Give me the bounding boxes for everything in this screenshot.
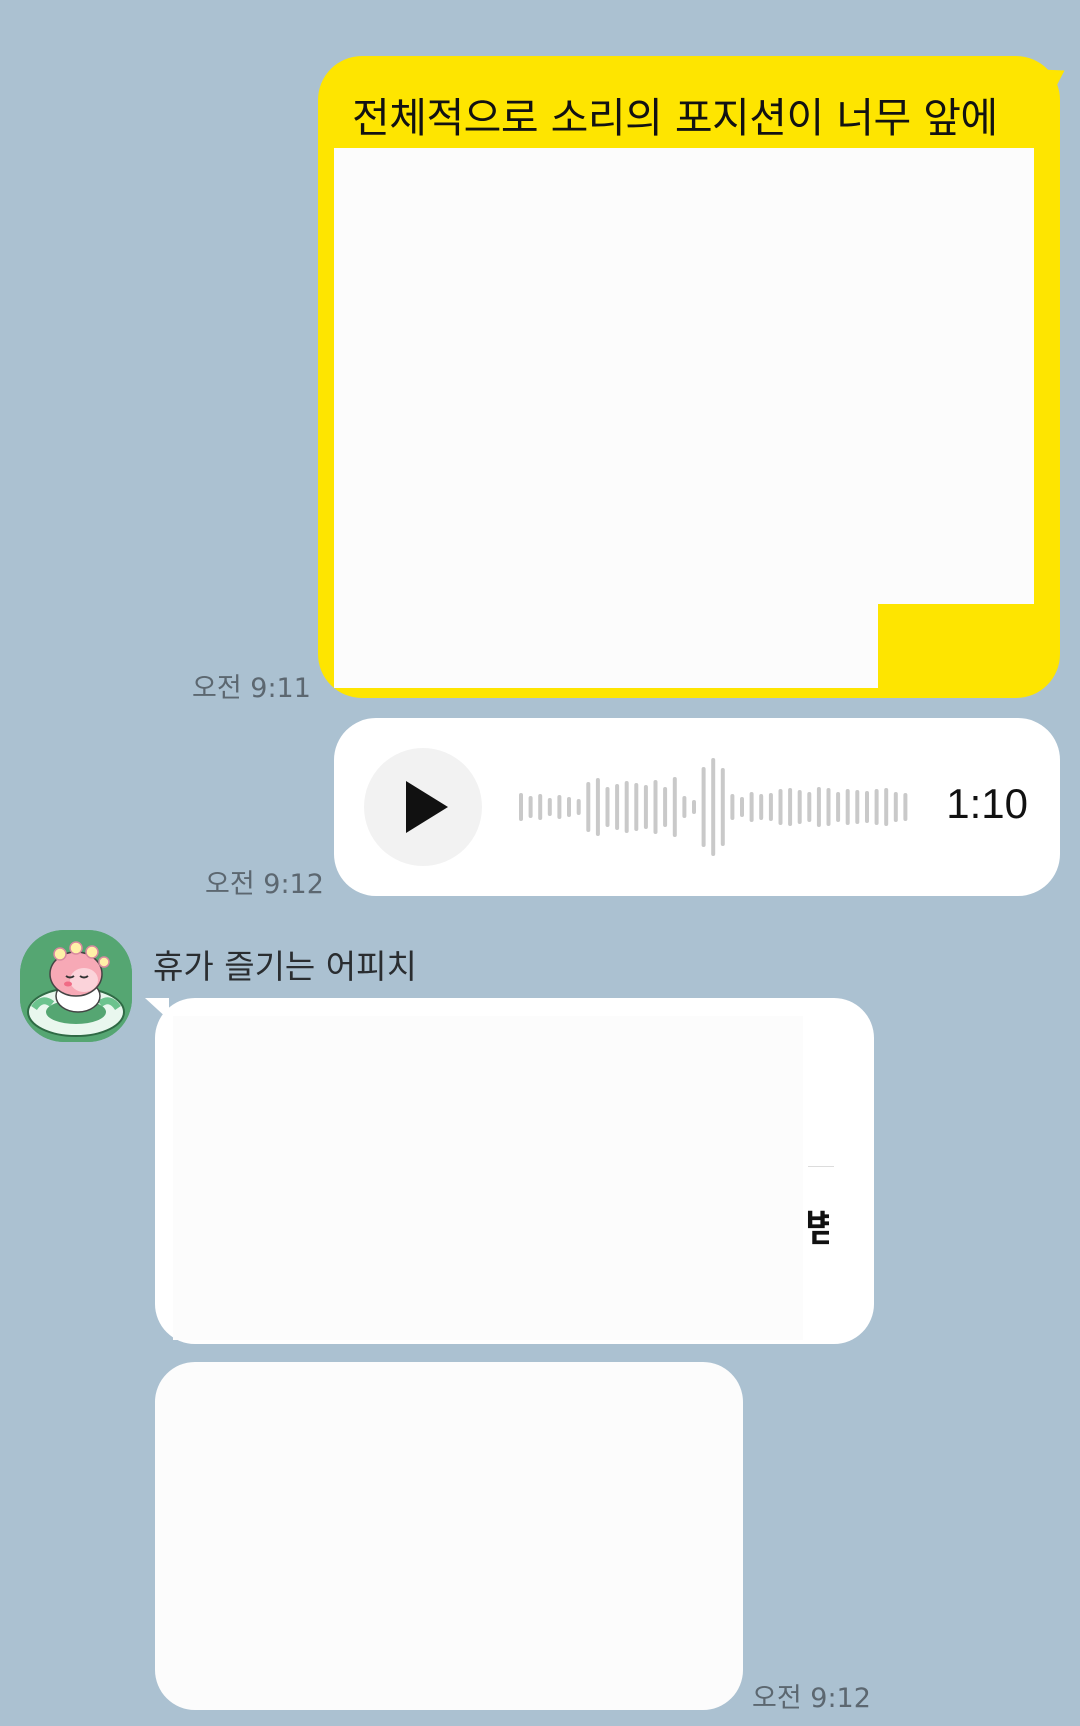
waveform-bar xyxy=(768,793,773,821)
waveform-bar xyxy=(643,785,648,829)
waveform-bar xyxy=(759,794,764,820)
waveform-bar xyxy=(884,788,889,826)
waveform-bar xyxy=(711,758,716,856)
chat-area: 전체적으로 소리의 포지션이 너무 앞에 오전 9:11 1:10 오전 9:1… xyxy=(0,0,1080,1726)
waveform-bar xyxy=(845,789,850,825)
waveform-bar xyxy=(605,787,610,827)
waveform-bar xyxy=(663,787,668,827)
waveform-bar xyxy=(528,796,533,818)
message-timestamp: 오전 9:12 xyxy=(752,1683,871,1714)
redacted-area xyxy=(334,148,1034,604)
outgoing-message-text: 전체적으로 소리의 포지션이 너무 앞에 xyxy=(352,94,998,142)
waveform-bar xyxy=(595,778,600,836)
waveform-bar xyxy=(653,780,658,834)
waveform-bar xyxy=(672,777,677,837)
redacted-area xyxy=(334,596,878,688)
waveform-bar xyxy=(615,784,620,830)
waveform-bar xyxy=(855,790,860,824)
bubble-tail xyxy=(1038,58,1072,94)
waveform-bar xyxy=(874,789,879,825)
voice-message-bubble[interactable]: 1:10 xyxy=(334,718,1060,896)
sender-name: 휴가 즐기는 어피치 xyxy=(153,947,417,986)
waveform-icon xyxy=(519,758,908,856)
incoming-message-bubble[interactable] xyxy=(155,1362,743,1710)
redacted-area xyxy=(173,1016,803,1340)
waveform-bar xyxy=(557,795,562,819)
waveform-bar xyxy=(682,796,687,818)
waveform-bar xyxy=(730,794,735,820)
waveform-bar xyxy=(692,800,696,814)
waveform-bar xyxy=(634,783,639,831)
waveform-bar xyxy=(893,792,898,822)
message-timestamp: 오전 9:12 xyxy=(205,869,324,900)
message-timestamp: 오전 9:11 xyxy=(192,673,311,704)
waveform-bar xyxy=(519,793,523,821)
waveform-bar xyxy=(903,793,908,821)
waveform-bar xyxy=(624,781,629,833)
waveform-bar xyxy=(576,799,581,815)
waveform-bar xyxy=(788,788,793,826)
waveform-bar xyxy=(547,798,552,816)
waveform-bar xyxy=(816,787,821,827)
divider xyxy=(808,1166,834,1167)
play-button[interactable] xyxy=(364,748,482,866)
waveform-bar xyxy=(740,797,744,817)
waveform-bar xyxy=(778,789,783,825)
waveform-bar xyxy=(826,788,831,826)
bubble-tail xyxy=(145,998,169,1020)
incoming-message-bubble[interactable]: 볌 xyxy=(145,998,874,1344)
waveform-bar xyxy=(836,792,841,822)
waveform-bar xyxy=(807,792,812,822)
outgoing-message-bubble[interactable]: 전체적으로 소리의 포지션이 너무 앞에 xyxy=(318,56,1072,698)
waveform-bar xyxy=(865,791,869,823)
play-icon xyxy=(406,781,448,833)
waveform-bar xyxy=(749,792,754,822)
incoming-message-fragment: 볌 xyxy=(805,1206,829,1250)
waveform-bar xyxy=(720,768,725,846)
waveform-bar xyxy=(586,782,591,832)
apeach-avatar-icon xyxy=(20,930,132,1042)
voice-duration: 1:10 xyxy=(946,780,1028,827)
sender-avatar[interactable] xyxy=(20,930,132,1042)
waveform-bar xyxy=(701,767,706,847)
waveform-bar xyxy=(538,794,543,820)
waveform-bar xyxy=(567,797,571,817)
waveform-bar xyxy=(797,790,802,824)
